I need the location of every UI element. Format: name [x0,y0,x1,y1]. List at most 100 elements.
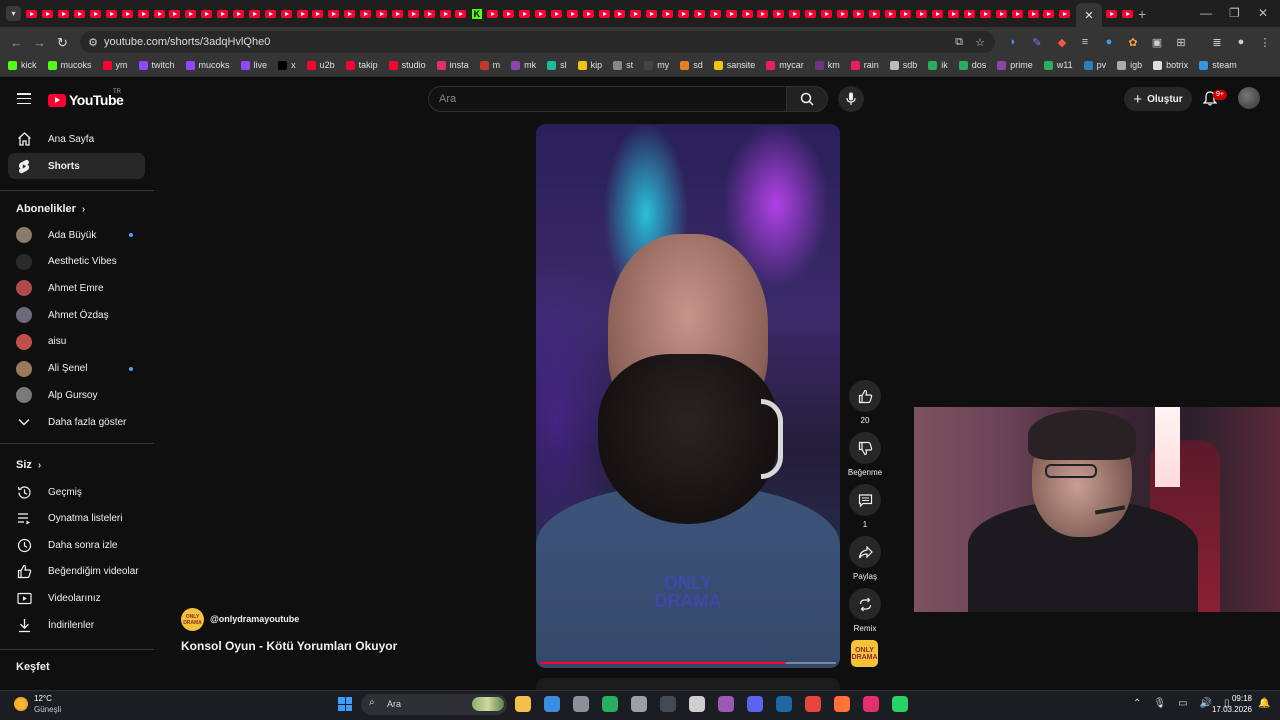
browser-tab[interactable] [946,8,962,20]
browser-tab[interactable] [262,8,278,20]
next-short-preview[interactable] [536,678,840,690]
browser-tab[interactable] [453,8,469,20]
new-tab-button[interactable]: + [1138,6,1146,22]
browser-tab[interactable] [533,8,549,20]
browser-tab[interactable] [882,8,898,20]
subscription-item[interactable]: aisu [8,329,145,355]
weather-condition[interactable]: Güneşli [34,705,61,714]
browser-tab[interactable] [358,8,374,20]
microphone-tray-icon[interactable]: 🎙 [1153,698,1166,709]
browser-tab[interactable] [1025,8,1041,20]
extension-7-icon[interactable]: ▣ [1150,35,1164,49]
browser-tab[interactable] [787,8,803,20]
extension-1-icon[interactable]: ◗ [1006,35,1020,49]
bookmark-item[interactable]: twitch [138,60,175,70]
show-more-button[interactable]: Daha fazla göster [8,409,145,435]
like-button[interactable] [849,380,881,412]
browser-tab[interactable] [771,8,787,20]
extensions-puzzle-icon[interactable]: ⊞ [1174,35,1188,49]
browser-tab[interactable] [548,8,564,20]
you-heading[interactable]: Siz › [16,459,41,471]
sidebar-item-history[interactable]: Geçmiş [8,479,145,505]
browser-tab[interactable] [326,8,342,20]
browser-tab[interactable] [437,8,453,20]
dislike-button[interactable] [849,432,881,464]
shorts-video-player[interactable]: ONLY DRAMA [536,124,840,668]
browser-tab[interactable]: K [469,8,485,20]
browser-tab[interactable] [914,8,930,20]
maximize-button[interactable]: ❐ [1229,6,1240,20]
chrome-icon[interactable] [805,696,821,712]
start-button[interactable] [338,697,352,711]
bookmark-item[interactable]: my [644,60,669,70]
settings-icon[interactable] [573,696,589,712]
sidebar-item-playlists[interactable]: Oynatma listeleri [8,506,145,532]
browser-tab[interactable] [1057,8,1073,20]
browser-tab[interactable] [294,8,310,20]
browser-tab[interactable] [1041,8,1057,20]
browser-tab[interactable] [691,8,707,20]
sidebar-item-watch-later[interactable]: Daha sonra izle [8,532,145,558]
browser-tab[interactable] [119,8,135,20]
whatsapp-icon[interactable] [892,696,908,712]
notification-center-icon[interactable]: 🔔 [1258,698,1270,709]
media-control-icon[interactable]: ≣ [1210,35,1224,49]
browser-tab[interactable] [40,8,56,20]
bookmark-item[interactable]: steam [1199,60,1237,70]
install-app-icon[interactable]: ⧉ [952,35,966,49]
bookmark-item[interactable]: sansite [713,60,755,70]
browser-tab[interactable] [723,8,739,20]
bookmark-item[interactable]: sd [680,60,703,70]
share-button[interactable] [849,536,881,568]
bookmark-item[interactable]: takip [345,60,378,70]
address-text[interactable]: youtube.com/shorts/3adqHvlQhe0 [104,36,270,48]
bookmark-item[interactable]: prime [997,60,1033,70]
extension-4-icon[interactable]: ≡ [1078,35,1092,49]
bookmark-item[interactable]: st [613,60,633,70]
subscription-item[interactable]: Ahmet Emre [8,275,145,301]
sidebar-item-home[interactable]: Ana Sayfa [8,126,145,152]
browser-tab[interactable] [231,8,247,20]
channel-handle[interactable]: @onlydramayoutube [210,614,299,624]
extension-6-icon[interactable]: ✿ [1126,35,1140,49]
bookmark-item[interactable]: x [278,60,296,70]
account-avatar[interactable] [1238,87,1260,109]
browser-tab[interactable] [199,8,215,20]
browser-tab[interactable] [993,8,1009,20]
browser-tab[interactable] [612,8,628,20]
browser-tab[interactable] [517,8,533,20]
network-icon[interactable]: ▭ [1178,698,1187,709]
bookmark-item[interactable]: kip [577,60,602,70]
bookmark-item[interactable]: u2b [306,60,335,70]
bookmark-item[interactable]: ym [102,60,128,70]
active-tab-close[interactable]: ✕ [1076,3,1102,27]
obs-icon[interactable] [660,696,676,712]
browser-tab[interactable] [421,8,437,20]
extension-5-icon[interactable]: ● [1102,35,1116,49]
weather-sun-icon[interactable] [14,697,28,711]
subscription-item[interactable]: Ada Büyük [8,222,145,248]
browser-tab[interactable] [819,8,835,20]
comments-button[interactable] [849,484,881,516]
bookmark-item[interactable]: igb [1117,60,1142,70]
browser-menu-icon[interactable]: ⋮ [1258,35,1272,49]
sidebar-item-shorts[interactable]: Shorts [8,153,145,179]
browser-tab[interactable] [676,8,692,20]
voice-search-button[interactable] [838,86,864,112]
bookmark-item[interactable]: studio [388,60,426,70]
bookmark-item[interactable]: mk [511,60,536,70]
channel-avatar[interactable]: ONLY DRAMA [181,608,204,631]
menu-icon[interactable] [17,93,31,104]
extension-2-icon[interactable]: ✎ [1030,35,1044,49]
browser-tab[interactable] [88,8,104,20]
bookmark-item[interactable]: w11 [1043,60,1073,70]
browser-tab[interactable] [167,8,183,20]
browser-tab[interactable] [103,8,119,20]
browser-tab[interactable] [374,8,390,20]
browser-tab[interactable] [183,8,199,20]
subscriptions-heading[interactable]: Abonelikler › [16,203,85,215]
browser-tab[interactable] [644,8,660,20]
browser-tab[interactable] [803,8,819,20]
steam-helper-icon[interactable] [631,696,647,712]
browser-tab[interactable] [755,8,771,20]
